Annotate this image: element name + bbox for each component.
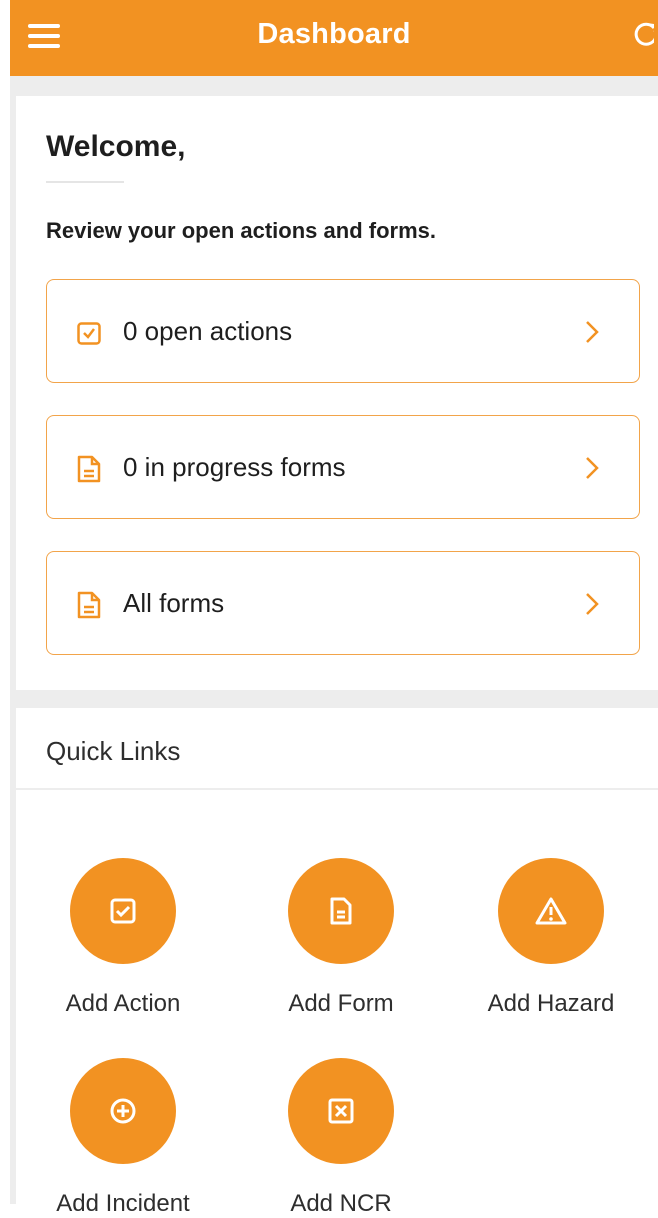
document-icon [77, 590, 101, 620]
add-ncr-circle [288, 1058, 394, 1164]
quick-links-divider [16, 788, 658, 790]
in-progress-forms-label: 0 in progress forms [123, 452, 346, 482]
chevron-right-icon [585, 320, 599, 344]
welcome-divider [46, 181, 124, 183]
checkbox-icon [77, 318, 101, 348]
plus-circle-icon [110, 1098, 136, 1124]
screen-edge [0, 0, 10, 1204]
document-icon [77, 454, 101, 484]
add-incident-circle [70, 1058, 176, 1164]
open-actions-link[interactable]: 0 open actions [46, 279, 640, 383]
chevron-right-icon [585, 592, 599, 616]
add-hazard-button[interactable]: Add Hazard [446, 858, 656, 1018]
add-incident-label: Add Incident [56, 1190, 190, 1217]
add-hazard-label: Add Hazard [487, 990, 615, 1017]
welcome-title: Welcome, [46, 130, 186, 163]
add-hazard-circle [498, 858, 604, 964]
welcome-subtitle: Review your open actions and forms. [46, 218, 436, 243]
in-progress-forms-link[interactable]: 0 in progress forms [46, 415, 640, 519]
welcome-card: Welcome, Review your open actions and fo… [16, 96, 658, 690]
app-header: Dashboard [10, 0, 658, 76]
quick-links-title: Quick Links [46, 736, 181, 766]
add-action-circle [70, 858, 176, 964]
quick-links-card: Quick Links Add Action Add Form Add Haza… [16, 708, 658, 1217]
header-title: Dashboard [257, 18, 411, 50]
add-form-label: Add Form [288, 990, 394, 1017]
add-action-label: Add Action [65, 990, 181, 1017]
add-form-circle [288, 858, 394, 964]
x-box-icon [328, 1098, 354, 1124]
add-incident-button[interactable]: Add Incident [18, 1058, 228, 1218]
add-ncr-button[interactable]: Add NCR [236, 1058, 446, 1218]
warning-icon [535, 897, 567, 925]
open-actions-label: 0 open actions [123, 316, 293, 346]
add-ncr-label: Add NCR [290, 1190, 392, 1217]
chevron-right-icon [585, 456, 599, 480]
all-forms-label: All forms [123, 588, 225, 618]
refresh-icon[interactable] [630, 20, 654, 50]
add-action-button[interactable]: Add Action [18, 858, 228, 1018]
document-icon [330, 897, 352, 925]
all-forms-link[interactable]: All forms [46, 551, 640, 655]
add-form-button[interactable]: Add Form [236, 858, 446, 1018]
checkbox-icon [110, 898, 136, 924]
